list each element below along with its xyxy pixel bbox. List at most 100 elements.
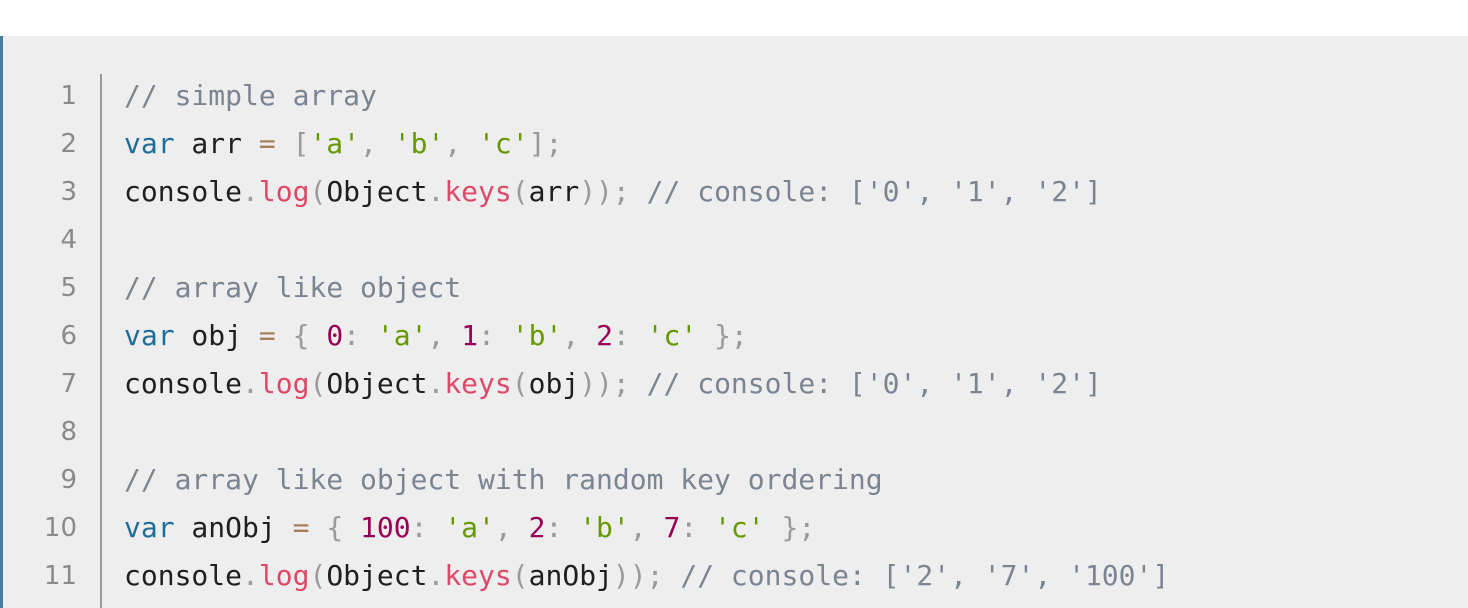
code-token-string: 'b' [511,319,563,352]
code-token-punct: : [478,319,495,352]
code-token-punct: )); [579,367,630,400]
code-line: 9 // array like object with random key or… [3,456,1463,504]
code-token-string: 'c' [478,127,529,160]
code-token-string: 'b' [393,127,445,160]
code-text: var obj = { 0: 'a', 1: 'b', 2: 'c' }; [124,312,748,360]
code-line: 3 console.log(Object.keys(arr)); // conso… [3,168,1463,216]
line-number: 4 [60,225,77,255]
code-text: // simple array [124,72,377,120]
code-token-func: keys [444,559,512,592]
code-token-plain: console [124,175,243,208]
code-token-number: 100 [360,511,411,544]
code-text: console.log(Object.keys(arr)); // consol… [124,168,1102,216]
code-token-punct: ( [511,367,529,400]
code-line: 8 [3,408,1463,456]
code-token-plain: Object [326,559,428,592]
line-number: 2 [60,129,77,159]
code-token-op: = [258,319,276,352]
line-number: 8 [60,417,77,447]
code-token-punct: : [410,511,428,544]
code-token-plain: Object [326,175,428,208]
code-token-number: 1 [461,319,479,352]
code-token-plain: Object [326,367,428,400]
code-token-func: log [258,367,310,400]
code-token-string: 'a' [309,127,361,160]
code-text: // array like object [124,264,461,312]
code-token-punct: , [427,319,445,352]
code-token-number: 7 [663,511,681,544]
code-token-keyword: var [124,127,175,160]
code-token-func: log [258,175,310,208]
code-line: 11 console.log(Object.keys(anObj)); // co… [3,552,1463,600]
code-token-punct: ( [309,559,327,592]
code-token-plain: anObj [174,511,293,544]
code-token-punct: ( [309,175,327,208]
code-token-number: 0 [326,319,344,352]
code-token-plain: anObj [528,559,613,592]
code-token-plain: console [124,367,243,400]
code-token-string: 'a' [444,511,495,544]
line-number: 6 [60,321,77,351]
code-token-comment: // console: ['0', '1', '2'] [646,367,1102,400]
code-token-comment: // console: ['0', '1', '2'] [646,175,1102,208]
code-token-punct: [ [292,127,310,160]
code-token-punct: , [494,511,512,544]
code-token-punct: ( [511,559,529,592]
code-token-op: = [258,127,276,160]
code-token-punct: ( [309,367,327,400]
code-token-punct: )); [579,175,630,208]
code-token-keyword: var [124,511,175,544]
code-token-string: 'b' [579,511,630,544]
code-token-plain: console [124,559,243,592]
code-token-punct: . [427,367,445,400]
code-text: console.log(Object.keys(obj)); // consol… [124,360,1102,408]
line-number: 1 [60,81,77,111]
code-token-punct: . [427,559,445,592]
code-token-comment: // console: ['2', '7', '100'] [680,559,1170,592]
code-token-punct: { [326,511,344,544]
code-token-punct: ( [511,175,529,208]
code-token-punct: { [292,319,310,352]
code-token-number: 2 [528,511,546,544]
code-token-punct: , [360,127,377,160]
code-line: 1 // simple array [3,72,1463,120]
code-token-string: 'c' [714,511,765,544]
code-token-punct: : [343,319,361,352]
line-number: 3 [60,177,77,207]
code-token-punct: : [612,319,630,352]
code-token-func: keys [444,367,512,400]
code-line: 2 var arr = ['a', 'b', 'c']; [3,120,1463,168]
code-token-punct: . [242,175,259,208]
code-token-comment: // array like object with random key ord… [124,463,883,496]
code-token-punct: . [242,559,259,592]
code-token-string: 'c' [646,319,698,352]
code-token-plain: arr [174,127,259,160]
line-number: 7 [60,369,77,399]
code-token-punct: , [562,319,580,352]
line-number: 5 [60,273,77,303]
code-line: 4 [3,216,1463,264]
code-line: 5 // array like object [3,264,1463,312]
code-token-punct: : [545,511,563,544]
code-block: 1// simple array 2 var arr = ['a', 'b', 'c… [0,36,1468,608]
code-token-punct: }; [781,511,816,544]
code-line: 7 console.log(Object.keys(obj)); // conso… [3,360,1463,408]
code-token-punct: , [629,511,647,544]
